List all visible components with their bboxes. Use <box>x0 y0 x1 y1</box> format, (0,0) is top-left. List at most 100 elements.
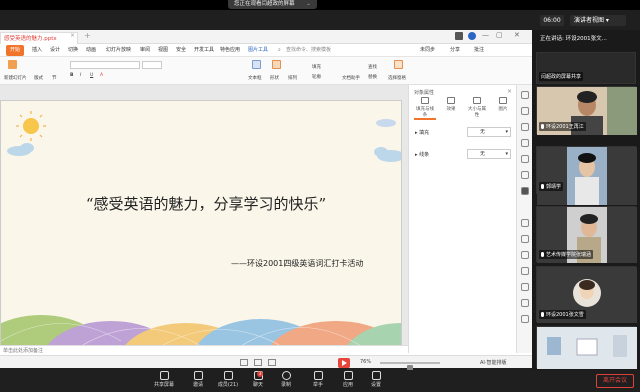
replace-button[interactable]: 替换 <box>368 74 377 80</box>
participant-tile[interactable] <box>536 326 637 369</box>
tab-picture[interactable]: 图片 <box>492 97 514 112</box>
menu-view[interactable]: 视图 <box>158 44 168 57</box>
apps-button[interactable]: 应用 <box>334 371 362 388</box>
participant-tile[interactable]: 环设2001张文雪 <box>536 266 637 323</box>
menu-start[interactable]: 开始 <box>6 45 25 56</box>
security-icon[interactable] <box>521 139 529 147</box>
slide-subtitle[interactable]: ——环设2001四级英语词汇打卡活动 <box>231 258 363 269</box>
menu-security[interactable]: 安全 <box>176 44 186 57</box>
line-row-label[interactable]: ▸ 线条 <box>415 151 429 158</box>
tab-size-properties[interactable]: 大小与属性 <box>466 97 488 118</box>
font-size-select[interactable] <box>142 61 162 69</box>
share-icon[interactable] <box>521 219 529 227</box>
record-button[interactable]: 录制 <box>272 371 300 388</box>
italic-icon[interactable]: I <box>80 73 81 78</box>
close-icon[interactable]: × <box>70 32 75 39</box>
participant-tile[interactable]: 环设2001王再江 <box>536 86 637 135</box>
select-pane-icon[interactable] <box>394 60 403 69</box>
participant-tile[interactable]: 艺术传媒学院张瑞涵 <box>536 206 637 263</box>
new-slide-button[interactable]: 新建幻灯片 <box>4 75 27 81</box>
avatar[interactable] <box>468 32 476 40</box>
select-pane-button[interactable]: 选择窗格 <box>388 75 406 81</box>
menu-developer[interactable]: 开发工具 <box>194 44 214 57</box>
menu-animation[interactable]: 动画 <box>86 44 96 57</box>
font-color-icon[interactable]: A <box>100 73 103 78</box>
search-icon[interactable]: ⌕ <box>278 44 281 57</box>
close-window-icon[interactable]: ✕ <box>514 31 520 39</box>
zoom-slider[interactable] <box>380 362 440 373</box>
maximize-icon[interactable]: ▢ <box>496 31 503 39</box>
ai-layout-button[interactable]: AI·智能排版 <box>480 359 507 366</box>
tab-effects[interactable]: 效果 <box>440 97 462 112</box>
menu-design[interactable]: 设计 <box>50 44 60 57</box>
settings-button[interactable]: 设置 <box>362 371 390 388</box>
cloud-icon <box>374 147 401 162</box>
participant-tile[interactable]: 闫超政的屏幕共享 <box>536 52 636 84</box>
backup-icon[interactable] <box>521 155 529 163</box>
notes-placeholder[interactable]: 单击此处添加备注 <box>0 345 408 355</box>
text-box-icon[interactable] <box>252 60 261 69</box>
cloud-icon <box>7 143 34 156</box>
find-button[interactable]: 查找 <box>368 64 377 70</box>
play-slideshow-button[interactable] <box>338 358 350 368</box>
menu-insert[interactable]: 插入 <box>32 44 42 57</box>
search-input[interactable]: 查找命令、搜索模板 <box>286 44 331 57</box>
line-select[interactable]: 无 ▾ <box>467 149 511 159</box>
view-mode-button[interactable]: 演讲者视图 ▾ <box>570 15 626 26</box>
section-button[interactable]: 节 <box>52 75 57 81</box>
sorter-view-icon[interactable] <box>254 359 262 366</box>
properties-icon[interactable] <box>521 91 529 99</box>
outline-button[interactable]: 轮廓 <box>312 74 321 80</box>
fill-row-label[interactable]: ▸ 填充 <box>415 129 429 136</box>
text-box-button[interactable]: 文本框 <box>248 75 262 81</box>
close-icon[interactable]: × <box>507 88 512 95</box>
underline-icon[interactable]: U <box>90 73 93 78</box>
slide-title[interactable]: “感受英语的魅力，分享学习的快乐” <box>41 193 371 214</box>
add-tab-icon[interactable]: + <box>84 31 91 40</box>
font-name-select[interactable] <box>70 61 140 69</box>
animation-icon[interactable] <box>521 123 529 131</box>
fill-button[interactable]: 填充 <box>312 64 321 70</box>
collapse-panel-icon[interactable] <box>521 187 529 195</box>
fill-select[interactable]: 无 ▾ <box>467 127 511 137</box>
invite-button[interactable]: 邀请 <box>184 371 212 388</box>
participant-name: 环设2001王再江 <box>539 122 586 131</box>
unsynced-status[interactable]: 未同步 <box>420 44 435 57</box>
raise-hand-button[interactable]: 举手 <box>304 371 332 388</box>
shape-button[interactable]: 形状 <box>270 75 279 81</box>
layout-icon[interactable] <box>455 32 463 40</box>
slide-canvas[interactable]: “感受英语的魅力，分享学习的快乐” ——环设2001四级英语词汇打卡活动 <box>0 100 402 356</box>
audio-icon[interactable] <box>521 267 529 275</box>
minimize-icon[interactable]: — <box>482 31 489 39</box>
share-screen-button[interactable]: 共享屏幕 <box>150 371 178 388</box>
members-button[interactable]: 成员(21) <box>214 371 242 388</box>
participant-tile[interactable]: 郭靖学 <box>536 146 637 205</box>
menu-transition[interactable]: 切换 <box>68 44 78 57</box>
link-icon[interactable] <box>521 283 529 291</box>
new-slide-icon[interactable] <box>8 60 17 69</box>
menu-slideshow[interactable]: 幻灯片放映 <box>106 44 131 57</box>
image-icon[interactable] <box>521 251 529 259</box>
comment-icon[interactable] <box>521 235 529 243</box>
normal-view-icon[interactable] <box>240 359 248 366</box>
history-icon[interactable] <box>521 299 529 307</box>
text-tools-button[interactable]: 文档助手 <box>342 75 360 81</box>
shapes-icon[interactable] <box>521 107 529 115</box>
panel-title: 对象属性 <box>414 90 435 96</box>
menu-review[interactable]: 审阅 <box>140 44 150 57</box>
annotation-button[interactable]: 批注 <box>474 44 484 57</box>
bold-icon[interactable]: B <box>70 73 73 78</box>
shape-icon[interactable] <box>272 60 281 69</box>
chevron-down-icon[interactable]: ⌄ <box>306 1 311 7</box>
share-button[interactable]: 分享 <box>450 44 460 57</box>
settings-icon[interactable] <box>521 315 529 323</box>
layout-button[interactable]: 版式 <box>34 75 43 81</box>
tab-fill-line[interactable]: 填充与线条 <box>414 97 436 118</box>
document-tab[interactable]: 感受英语的魅力.pptx <box>0 32 78 44</box>
arrange-button[interactable]: 排列 <box>288 75 297 81</box>
leave-meeting-button[interactable]: 离开会议 <box>596 374 634 388</box>
edit-icon[interactable] <box>521 171 529 179</box>
reading-view-icon[interactable] <box>268 359 276 366</box>
menu-features[interactable]: 特色应用 <box>220 44 240 57</box>
menu-picture-tools[interactable]: 图片工具 <box>248 44 268 57</box>
